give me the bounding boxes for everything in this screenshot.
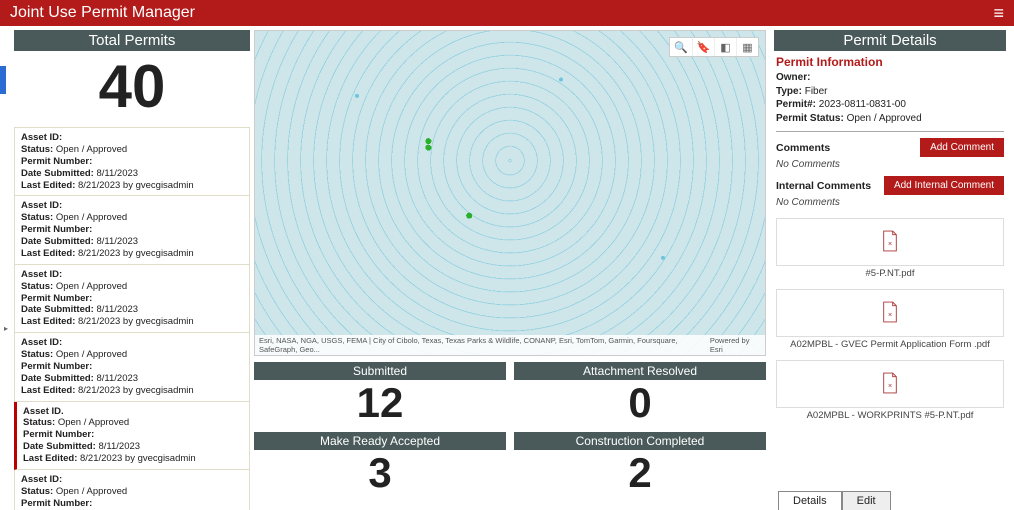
- permitnum-line: Permit#: 2023-0811-0831-00: [776, 98, 1004, 112]
- stat-construction-value: 2: [514, 450, 766, 496]
- divider: [776, 131, 1004, 132]
- document-thumbnail[interactable]: ✕: [776, 360, 1004, 408]
- svg-text:✕: ✕: [888, 312, 893, 318]
- document-name: #5-P.NT.pdf: [776, 268, 1004, 279]
- tab-details[interactable]: Details: [778, 491, 842, 510]
- stat-row-2: Make Ready Accepted 3 Construction Compl…: [254, 432, 766, 496]
- document-name: A02MPBL - GVEC Permit Application Form .…: [776, 339, 1004, 350]
- app-title: Joint Use Permit Manager: [10, 4, 195, 22]
- stat-make-ready: Make Ready Accepted 3: [254, 432, 506, 496]
- add-internal-comment-button[interactable]: Add Internal Comment: [884, 176, 1004, 195]
- permit-info-heading: Permit Information: [776, 55, 1004, 69]
- permitnum-value: 2023-0811-0831-00: [816, 99, 906, 110]
- main-layout: Total Permits 40 Asset ID:Status: Open /…: [0, 26, 1014, 510]
- permitstatus-value: Open / Approved: [844, 113, 922, 124]
- permit-details-body: Permit Information Owner: Type: Fiber Pe…: [774, 51, 1006, 510]
- map-search-icon[interactable]: 🔍: [670, 38, 692, 56]
- permit-details-panel: Permit Details Permit Information Owner:…: [770, 26, 1014, 510]
- menu-icon[interactable]: ≡: [993, 3, 1004, 24]
- expand-handle-icon[interactable]: ▸: [4, 324, 8, 333]
- comments-label: Comments: [776, 142, 830, 154]
- total-permits-count: 40: [14, 51, 250, 127]
- no-internal-comments-text: No Comments: [776, 197, 1004, 208]
- no-comments-text: No Comments: [776, 159, 1004, 170]
- add-comment-button[interactable]: Add Comment: [920, 138, 1004, 157]
- stat-makeready-label: Make Ready Accepted: [254, 432, 506, 450]
- internal-comments-label: Internal Comments: [776, 180, 871, 192]
- owner-label: Owner:: [776, 72, 810, 83]
- app-header: Joint Use Permit Manager ≡: [0, 0, 1014, 26]
- tab-edit[interactable]: Edit: [842, 491, 891, 510]
- permitstatus-label: Permit Status:: [776, 113, 844, 124]
- stat-submitted: Submitted 12: [254, 362, 506, 426]
- type-line: Type: Fiber: [776, 85, 1004, 99]
- map-toolbar: 🔍 🔖 ◧ ▦: [669, 37, 759, 57]
- stat-row-1: Submitted 12 Attachment Resolved 0: [254, 362, 766, 426]
- left-rail-indicator: [0, 66, 6, 94]
- permit-list-item[interactable]: Asset ID:Status: Open / ApprovedPermit N…: [14, 196, 250, 264]
- map-attribution: Esri, NASA, NGA, USGS, FEMA | City of Ci…: [255, 335, 765, 355]
- total-permits-panel: Total Permits 40 Asset ID:Status: Open /…: [0, 26, 250, 510]
- documents-list: ✕ #5-P.NT.pdf ✕ A02MPBL - GVEC Permit Appli…: [776, 218, 1004, 421]
- stat-submitted-value: 12: [254, 380, 506, 426]
- map-bookmark-icon[interactable]: 🔖: [692, 38, 714, 56]
- pdf-icon: ✕: [881, 372, 899, 397]
- pdf-icon: ✕: [881, 301, 899, 326]
- stat-attach-label: Attachment Resolved: [514, 362, 766, 380]
- detail-tabs: Details Edit: [778, 491, 891, 510]
- svg-text:✕: ✕: [888, 383, 893, 389]
- document-thumbnail[interactable]: ✕: [776, 218, 1004, 266]
- map-basemap-icon[interactable]: ▦: [736, 38, 758, 56]
- permit-list[interactable]: Asset ID:Status: Open / ApprovedPermit N…: [14, 127, 250, 510]
- type-value: Fiber: [802, 86, 828, 97]
- svg-text:✕: ✕: [888, 241, 893, 247]
- permit-details-title: Permit Details: [774, 30, 1006, 51]
- stat-submitted-label: Submitted: [254, 362, 506, 380]
- stat-construction: Construction Completed 2: [514, 432, 766, 496]
- document-name: A02MPBL - WORKPRINTS #5-P.NT.pdf: [776, 410, 1004, 421]
- permit-list-item[interactable]: Asset ID:Status: Open / ApprovedPermit N…: [14, 470, 250, 510]
- map-powered-text: Powered by Esri: [710, 336, 761, 354]
- owner-line: Owner:: [776, 71, 1004, 85]
- stat-construction-label: Construction Completed: [514, 432, 766, 450]
- total-permits-title: Total Permits: [14, 30, 250, 51]
- map[interactable]: 🔍 🔖 ◧ ▦ Esri, NASA, NGA, USGS, FEMA | Ci…: [254, 30, 766, 356]
- stat-attachment-resolved: Attachment Resolved 0: [514, 362, 766, 426]
- type-label: Type:: [776, 86, 802, 97]
- comments-header: Comments Add Comment: [776, 138, 1004, 157]
- internal-comments-header: Internal Comments Add Internal Comment: [776, 176, 1004, 195]
- center-panel: 🔍 🔖 ◧ ▦ Esri, NASA, NGA, USGS, FEMA | Ci…: [250, 26, 770, 510]
- permit-list-item[interactable]: Asset ID:Status: Open / ApprovedPermit N…: [14, 333, 250, 401]
- permit-list-item[interactable]: Asset ID:Status: Open / ApprovedPermit N…: [14, 265, 250, 333]
- permitnum-label: Permit#:: [776, 99, 816, 110]
- permitstatus-line: Permit Status: Open / Approved: [776, 112, 1004, 126]
- permit-list-item[interactable]: Asset ID:Status: Open / ApprovedPermit N…: [14, 128, 250, 196]
- stat-attach-value: 0: [514, 380, 766, 426]
- pdf-icon: ✕: [881, 230, 899, 255]
- document-thumbnail[interactable]: ✕: [776, 289, 1004, 337]
- map-layers-icon[interactable]: ◧: [714, 38, 736, 56]
- permit-list-item[interactable]: Asset ID.Status: Open / ApprovedPermit N…: [14, 402, 250, 470]
- map-attr-text: Esri, NASA, NGA, USGS, FEMA | City of Ci…: [259, 336, 710, 354]
- stat-makeready-value: 3: [254, 450, 506, 496]
